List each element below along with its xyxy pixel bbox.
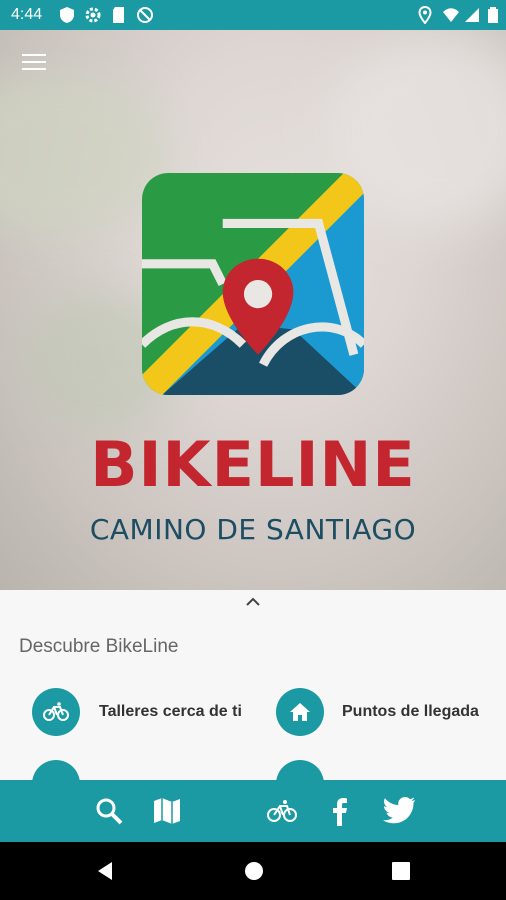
system-nav-bar bbox=[0, 842, 506, 900]
bikeline-logo bbox=[142, 173, 364, 395]
bottom-tab-bar bbox=[0, 780, 506, 842]
signal-icon bbox=[465, 8, 479, 22]
brand-title: BIKELINE bbox=[90, 428, 416, 501]
feature-label: Puntos de llegada bbox=[342, 703, 479, 720]
status-bar: 4:44 bbox=[0, 0, 506, 30]
facebook-icon[interactable] bbox=[324, 796, 356, 826]
back-icon[interactable] bbox=[94, 860, 116, 882]
feature-arrival-points[interactable]: Puntos de llegada bbox=[276, 688, 496, 736]
sd-card-icon bbox=[113, 7, 124, 23]
home-icon bbox=[276, 688, 324, 736]
discover-sheet bbox=[0, 590, 506, 780]
map-icon[interactable] bbox=[151, 796, 183, 826]
shield-icon bbox=[60, 7, 74, 23]
brand-tagline: CAMINO DE SANTIAGO bbox=[89, 513, 417, 546]
menu-icon[interactable] bbox=[22, 54, 46, 72]
bicycle-icon bbox=[32, 688, 80, 736]
home-button-icon[interactable] bbox=[243, 860, 265, 882]
bicycle-icon[interactable] bbox=[266, 796, 298, 826]
recents-icon[interactable] bbox=[390, 860, 412, 882]
wifi-icon bbox=[443, 8, 459, 22]
location-icon bbox=[418, 6, 432, 24]
search-icon[interactable] bbox=[94, 796, 126, 826]
data-saver-icon bbox=[137, 7, 153, 23]
feature-label: Talleres cerca de ti bbox=[99, 703, 242, 720]
battery-icon bbox=[488, 7, 498, 23]
settings-icon bbox=[85, 7, 101, 23]
feature-workshops-nearby[interactable]: Talleres cerca de ti bbox=[32, 688, 242, 736]
status-time: 4:44 bbox=[11, 6, 43, 23]
chevron-up-icon[interactable] bbox=[245, 596, 261, 608]
sheet-title: Descubre BikeLine bbox=[19, 636, 179, 657]
twitter-icon[interactable] bbox=[382, 796, 416, 826]
